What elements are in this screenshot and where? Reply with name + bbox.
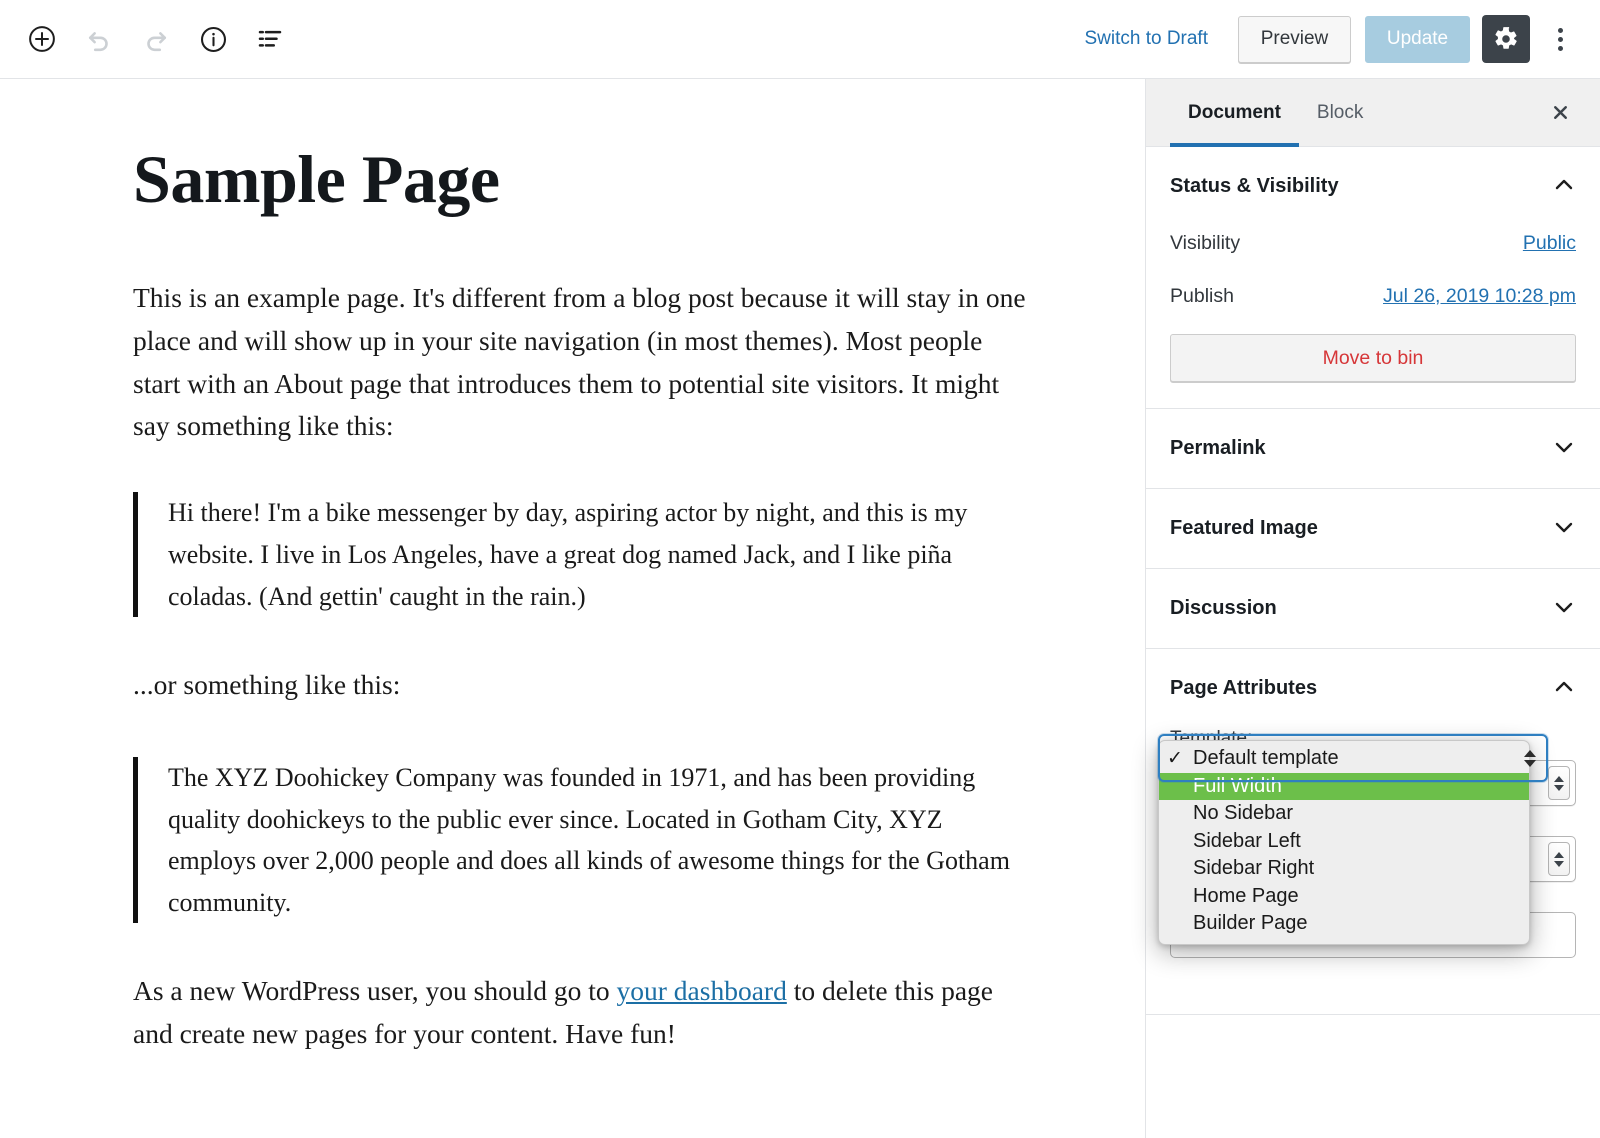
panel-page-attributes-header[interactable]: Page Attributes: [1146, 649, 1600, 728]
preview-button[interactable]: Preview: [1238, 15, 1351, 63]
paragraph-block-with-link[interactable]: As a new WordPress user, you should go t…: [133, 970, 1035, 1056]
quote-text: Hi there! I'm a bike messenger by day, a…: [168, 498, 968, 611]
panel-permalink: Permalink: [1146, 409, 1600, 489]
panel-status-visibility: Status & Visibility Visibility Public Pu…: [1146, 147, 1600, 409]
editor-toolbar: Switch to Draft Preview Update: [0, 0, 1600, 79]
dropdown-option-label: Home Page: [1193, 884, 1299, 907]
checkmark-icon: ✓: [1167, 748, 1183, 770]
more-vertical-icon[interactable]: [1538, 17, 1582, 61]
dropdown-option-no-sidebar[interactable]: No Sidebar: [1159, 800, 1529, 828]
tab-document[interactable]: Document: [1170, 79, 1299, 147]
chevron-down-icon: [1552, 595, 1576, 622]
dropdown-option-label: Builder Page: [1193, 912, 1308, 935]
quote-text: The XYZ Doohickey Company was founded in…: [168, 763, 1010, 917]
dashboard-link[interactable]: your dashboard: [617, 975, 787, 1006]
dropdown-option-builder-page[interactable]: Builder Page: [1159, 910, 1529, 938]
gear-icon[interactable]: [1482, 15, 1530, 63]
stepper-up-arrow: [1554, 775, 1564, 782]
panel-discussion: Discussion: [1146, 569, 1600, 649]
template-select-open-stepper[interactable]: [1519, 740, 1541, 776]
dropdown-option-label: Sidebar Left: [1193, 829, 1301, 852]
paragraph-text-before: As a new WordPress user, you should go t…: [133, 975, 617, 1007]
close-icon[interactable]: [1538, 79, 1582, 146]
visibility-label: Visibility: [1170, 232, 1241, 254]
update-button[interactable]: Update: [1365, 15, 1470, 63]
sidebar-tabbar: Document Block: [1146, 79, 1600, 147]
publish-label: Publish: [1170, 285, 1234, 307]
stepper-down-arrow: [1524, 759, 1536, 767]
panel-featured-image-header[interactable]: Featured Image: [1146, 489, 1600, 568]
editor-canvas[interactable]: Sample Page This is an example page. It'…: [0, 79, 1146, 1138]
list-view-icon[interactable]: [250, 19, 290, 59]
panel-featured-image: Featured Image: [1146, 489, 1600, 569]
panel-discussion-header[interactable]: Discussion: [1146, 569, 1600, 648]
toolbar-right-group: Switch to Draft Preview Update: [1084, 15, 1600, 63]
dropdown-option-label: Full Width: [1193, 774, 1282, 797]
chevron-down-icon: [1552, 435, 1576, 462]
template-dropdown-menu[interactable]: ✓ Default template Full Width No Sidebar…: [1158, 740, 1530, 945]
page-title[interactable]: Sample Page: [133, 142, 1035, 217]
add-block-icon[interactable]: [22, 19, 62, 59]
post-content: Sample Page This is an example page. It'…: [0, 79, 1145, 1056]
dropdown-option-sidebar-right[interactable]: Sidebar Right: [1159, 855, 1529, 883]
panel-title: Page Attributes: [1170, 677, 1318, 699]
dropdown-option-home-page[interactable]: Home Page: [1159, 883, 1529, 911]
dropdown-option-default-template[interactable]: ✓ Default template: [1159, 745, 1529, 773]
panel-permalink-header[interactable]: Permalink: [1146, 409, 1600, 488]
chevron-up-icon: [1552, 675, 1576, 702]
dropdown-option-label: Default template: [1193, 747, 1339, 770]
stepper-up-arrow: [1524, 749, 1536, 757]
dot: [1557, 45, 1563, 51]
stepper-up-arrow: [1554, 851, 1564, 858]
settings-sidebar: Document Block Status & Visibility Visib…: [1146, 79, 1600, 1138]
dropdown-option-label: Sidebar Right: [1193, 857, 1315, 880]
toolbar-left-group: [0, 19, 290, 59]
template-select-stepper[interactable]: [1548, 766, 1570, 800]
undo-icon[interactable]: [79, 19, 119, 59]
quote-block[interactable]: The XYZ Doohickey Company was founded in…: [133, 757, 1035, 924]
parent-page-select-stepper[interactable]: [1548, 842, 1570, 876]
paragraph-block[interactable]: ...or something like this:: [133, 664, 1035, 707]
tab-block[interactable]: Block: [1299, 79, 1381, 146]
stepper-down-arrow: [1554, 784, 1564, 791]
move-to-bin-button[interactable]: Move to bin: [1170, 334, 1576, 382]
dropdown-option-sidebar-left[interactable]: Sidebar Left: [1159, 828, 1529, 856]
panel-title: Permalink: [1170, 437, 1266, 459]
publish-row: Publish Jul 26, 2019 10:28 pm: [1170, 279, 1576, 332]
chevron-up-icon: [1552, 173, 1576, 200]
dot: [1557, 27, 1563, 33]
panel-status-visibility-header[interactable]: Status & Visibility: [1146, 147, 1600, 226]
dropdown-option-full-width[interactable]: Full Width: [1159, 772, 1529, 800]
redo-icon[interactable]: [136, 19, 176, 59]
visibility-row: Visibility Public: [1170, 226, 1576, 279]
panel-page-attributes: Page Attributes Template: Default templa…: [1146, 649, 1600, 1015]
gutenberg-editor: Switch to Draft Preview Update Sample Pa…: [0, 0, 1600, 1138]
panel-status-visibility-body: Visibility Public Publish Jul 26, 2019 1…: [1146, 226, 1600, 408]
quote-block[interactable]: Hi there! I'm a bike messenger by day, a…: [133, 492, 1035, 618]
panel-title: Featured Image: [1170, 517, 1318, 539]
switch-to-draft-link[interactable]: Switch to Draft: [1084, 28, 1208, 50]
panel-title: Status & Visibility: [1170, 175, 1339, 197]
dot: [1557, 36, 1563, 42]
panel-title: Discussion: [1170, 597, 1277, 619]
stepper-down-arrow: [1554, 860, 1564, 867]
visibility-value[interactable]: Public: [1523, 232, 1576, 255]
dropdown-option-label: No Sidebar: [1193, 802, 1294, 825]
chevron-down-icon: [1552, 515, 1576, 542]
info-icon[interactable]: [193, 19, 233, 59]
paragraph-block[interactable]: This is an example page. It's different …: [133, 277, 1035, 449]
publish-date-value[interactable]: Jul 26, 2019 10:28 pm: [1383, 285, 1576, 308]
